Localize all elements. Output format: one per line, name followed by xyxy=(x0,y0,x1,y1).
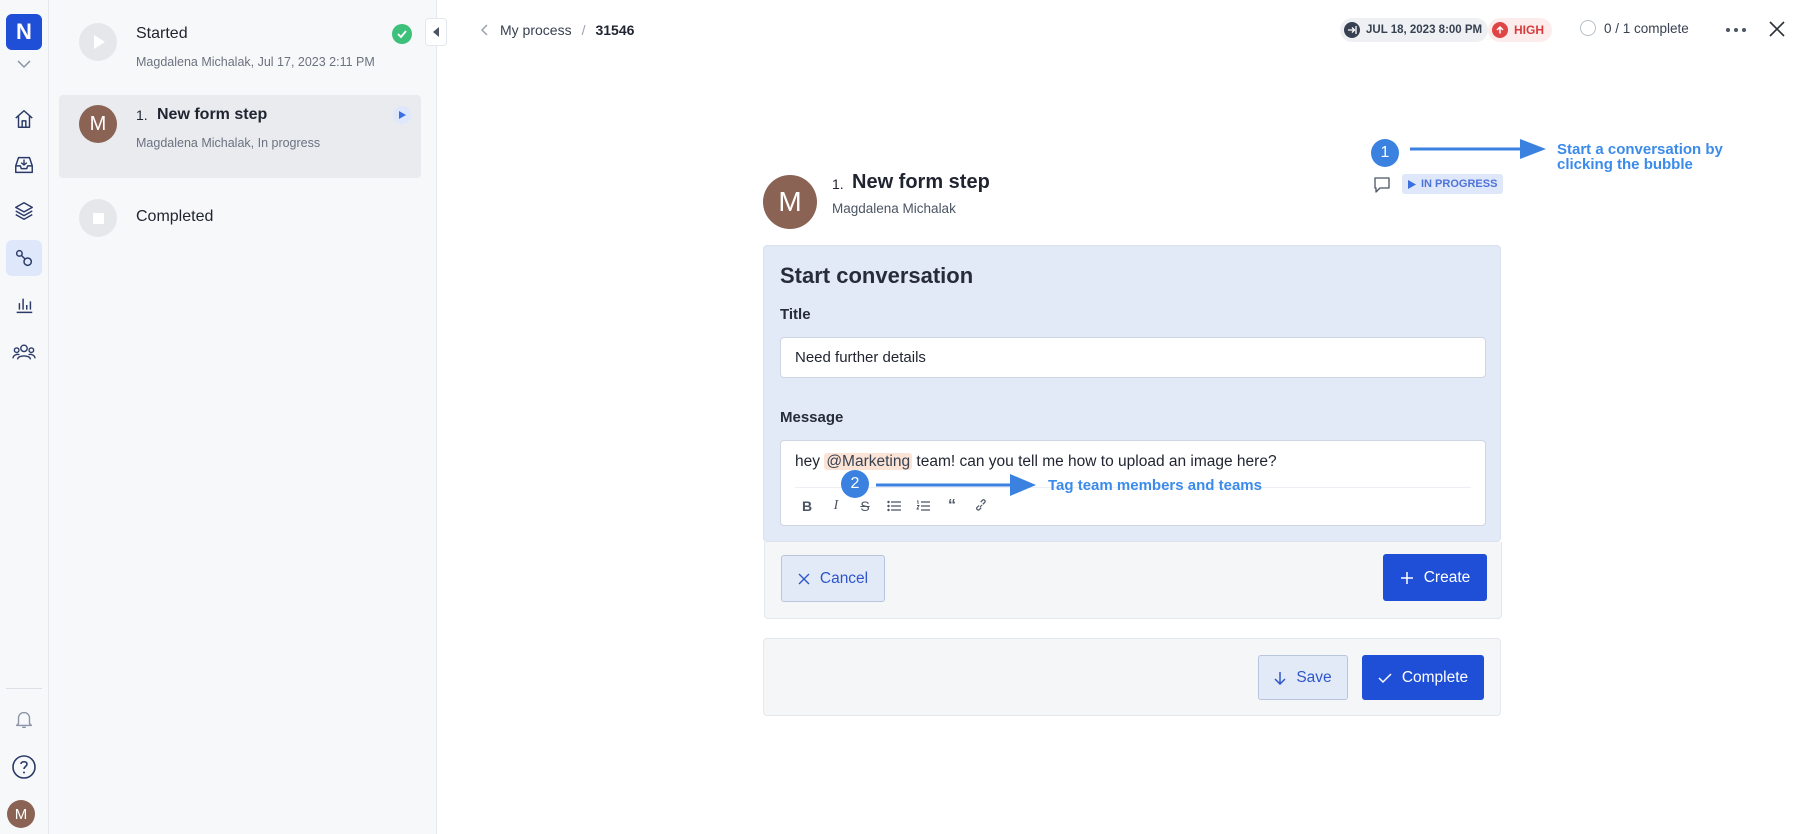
priority-up-icon xyxy=(1492,22,1508,38)
user-avatar[interactable]: M xyxy=(7,800,35,828)
home-icon[interactable] xyxy=(6,101,42,137)
in-progress-icon xyxy=(393,106,411,124)
step-item-new-form-step[interactable]: M 1. New form step Magdalena Michalak, I… xyxy=(59,95,421,178)
mention-tag[interactable]: @Marketing xyxy=(824,453,913,470)
plus-icon xyxy=(1400,571,1413,584)
italic-icon[interactable]: I xyxy=(826,496,846,516)
breadcrumb: My process / 31546 xyxy=(480,22,634,38)
back-chevron-icon[interactable] xyxy=(480,24,490,36)
due-date-text: JUL 18, 2023 8:00 PM xyxy=(1366,24,1483,36)
assignee-avatar: M xyxy=(763,175,817,229)
progress-ring-icon xyxy=(1580,20,1596,36)
quote-icon[interactable]: “ xyxy=(942,496,962,516)
close-icon xyxy=(798,573,810,584)
cancel-button[interactable]: Cancel xyxy=(781,555,885,602)
message-label: Message xyxy=(780,409,844,426)
help-icon[interactable] xyxy=(6,749,42,785)
page-title: New form step xyxy=(852,171,990,193)
arrow-down-icon xyxy=(1274,671,1286,685)
complete-label: Complete xyxy=(1401,668,1469,686)
annotation-line: Start a conversation by xyxy=(1557,141,1723,158)
title-input[interactable]: Need further details xyxy=(780,337,1486,378)
collapse-panel-button[interactable] xyxy=(425,18,447,46)
priority-badge[interactable]: HIGH xyxy=(1488,18,1552,42)
chart-icon[interactable] xyxy=(6,287,42,323)
step-title: Started xyxy=(136,25,188,42)
play-icon xyxy=(79,23,117,61)
bell-icon[interactable] xyxy=(6,701,42,737)
status-text: IN PROGRESS xyxy=(1421,178,1498,190)
team-icon[interactable] xyxy=(6,334,42,370)
strikethrough-icon[interactable]: S xyxy=(855,496,875,516)
annotation-text-1: Start a conversation by clicking the bub… xyxy=(1557,142,1723,172)
breadcrumb-parent[interactable]: My process xyxy=(500,22,572,38)
step-number: 1. xyxy=(832,176,844,192)
message-prefix: hey xyxy=(795,453,825,470)
complete-button[interactable]: Complete xyxy=(1362,655,1484,700)
priority-text: HIGH xyxy=(1514,23,1544,37)
annotation-arrow-2 xyxy=(876,474,1036,496)
progress-indicator[interactable]: 0 / 1 complete xyxy=(1580,20,1689,36)
conversation-heading: Start conversation xyxy=(780,263,974,288)
close-icon[interactable] xyxy=(1764,16,1790,42)
layers-icon[interactable] xyxy=(6,193,42,229)
status-badge: IN PROGRESS xyxy=(1402,174,1504,194)
conversation-actions: Cancel Create xyxy=(764,542,1502,619)
step-list-panel: Started Magdalena Michalak, Jul 17, 2023… xyxy=(49,0,437,834)
step-subtitle: Magdalena Michalak, In progress xyxy=(136,136,321,150)
message-suffix: team! can you tell me how to upload an i… xyxy=(912,453,1277,470)
save-button[interactable]: Save xyxy=(1258,655,1348,700)
comment-bubble-icon[interactable] xyxy=(1372,175,1392,195)
create-label: Create xyxy=(1423,568,1471,586)
step-number: 1. xyxy=(136,107,148,123)
annotation-text-2: Tag team members and teams xyxy=(1048,477,1262,494)
save-label: Save xyxy=(1296,668,1332,686)
annotation-arrow-1 xyxy=(1410,139,1546,159)
play-icon xyxy=(1408,179,1416,189)
due-date-icon xyxy=(1344,22,1360,38)
start-conversation-card: Start conversation Title Need further de… xyxy=(763,245,1502,619)
annotation-line: clicking the bubble xyxy=(1557,156,1693,173)
app: N M Started Magdalena Michalak, Jul 17, … xyxy=(0,0,1810,834)
create-button[interactable]: Create xyxy=(1383,554,1487,601)
progress-text: 0 / 1 complete xyxy=(1604,20,1689,36)
bullet-list-icon[interactable] xyxy=(884,496,904,516)
step-avatar: M xyxy=(79,105,117,143)
bold-icon[interactable]: B xyxy=(797,496,817,516)
check-circle-icon xyxy=(392,24,412,44)
check-icon xyxy=(1378,672,1392,683)
chevron-down-icon[interactable] xyxy=(14,56,34,72)
message-text[interactable]: hey @Marketing team! can you tell me how… xyxy=(795,453,1277,471)
step-title: Completed xyxy=(136,208,214,225)
left-rail: N M xyxy=(0,0,49,834)
more-options-icon[interactable] xyxy=(1722,18,1750,42)
numbered-list-icon[interactable] xyxy=(913,496,933,516)
link-icon[interactable] xyxy=(971,496,991,516)
step-item-started[interactable]: Started Magdalena Michalak, Jul 17, 2023… xyxy=(59,18,421,78)
rail-divider xyxy=(6,688,42,689)
step-title: New form step xyxy=(157,106,268,123)
breadcrumb-separator: / xyxy=(581,22,586,38)
step-actions-card: Save Complete xyxy=(763,638,1501,716)
step-item-completed[interactable]: Completed xyxy=(59,196,421,240)
due-date-badge[interactable]: JUL 18, 2023 8:00 PM xyxy=(1340,18,1489,42)
stop-icon xyxy=(79,199,117,237)
step-subtitle: Magdalena Michalak, Jul 17, 2023 2:11 PM xyxy=(136,55,375,69)
annotation-marker-2: 2 xyxy=(841,470,869,498)
breadcrumb-current: 31546 xyxy=(595,22,635,38)
annotation-marker-1: 1 xyxy=(1371,139,1399,167)
inbox-icon[interactable] xyxy=(6,147,42,183)
app-logo[interactable]: N xyxy=(6,14,42,50)
process-icon[interactable] xyxy=(6,240,42,276)
assignee-name: Magdalena Michalak xyxy=(832,201,956,216)
cancel-label: Cancel xyxy=(819,569,869,587)
title-label: Title xyxy=(780,306,811,323)
